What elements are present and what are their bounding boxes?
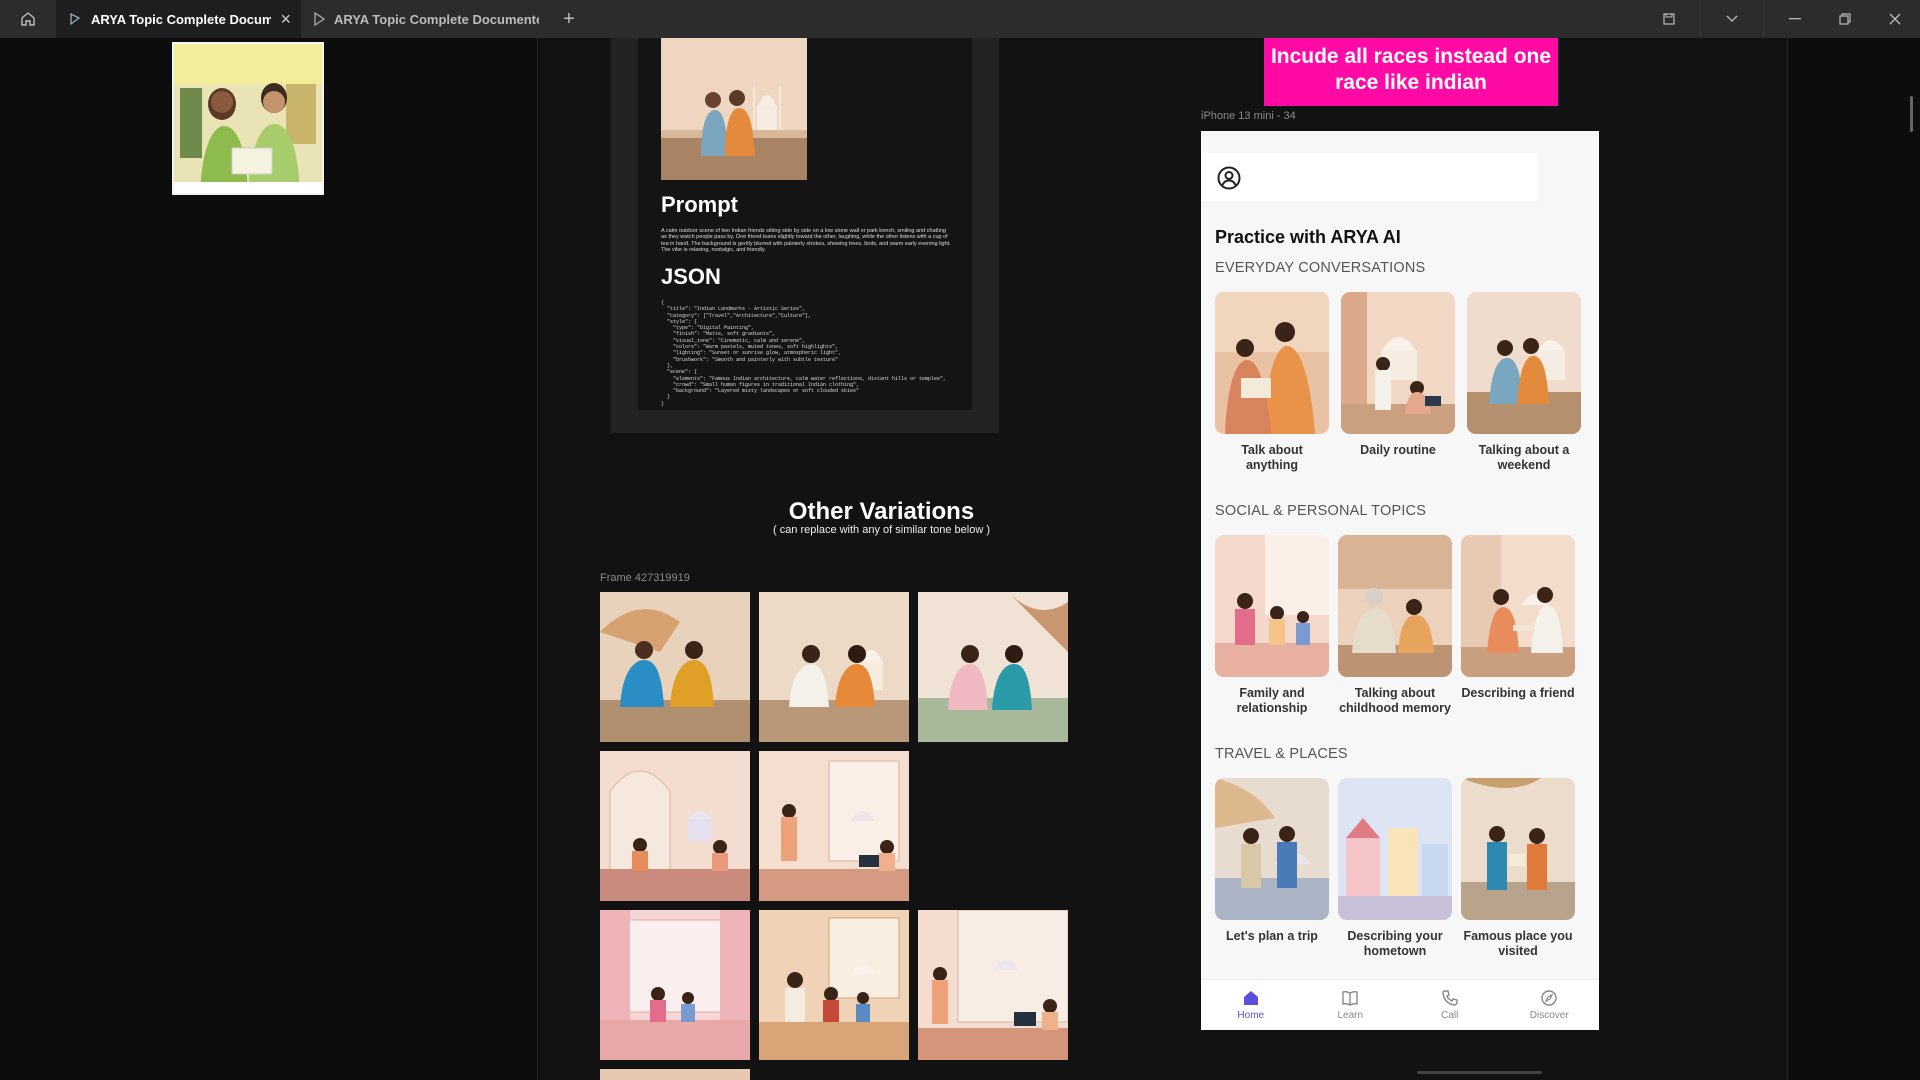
tab-label: ARYA Topic Complete Document [91,11,272,27]
json-text: { "title": "Indian Landmarks - Artistic … [661,300,947,407]
documentation-card: Prompt A calm outdoor scene of two India… [638,38,972,410]
close-window-button[interactable] [1870,0,1920,38]
title-bar: ARYA Topic Complete Document × ARYA Topi… [0,0,1920,38]
variation-image[interactable] [759,592,909,742]
home-icon [21,12,35,26]
variation-image[interactable] [759,751,909,901]
topic-card-image [1215,778,1329,920]
tab-arya-documented-file[interactable]: ARYA Topic Complete Documented Fi [301,0,549,38]
nav-label: Discover [1529,1010,1569,1021]
other-variations-title: Other Variations [788,498,975,525]
other-variations-subtitle: ( can replace with any of similar tone b… [772,524,991,536]
chevron-down-icon[interactable] [1707,0,1757,38]
variation-image[interactable] [759,910,909,1060]
topic-card[interactable]: Let's plan a trip [1215,778,1329,944]
json-heading: JSON [661,264,721,289]
topic-card-label: Talking about childhood memory [1339,686,1451,715]
review-annotation[interactable]: Incude all races instead one race like i… [1264,38,1558,106]
topic-card[interactable]: Family and relationship [1215,535,1329,716]
compass-icon [1541,990,1557,1006]
design-canvas[interactable]: Prompt A calm outdoor scene of two India… [539,38,1787,1080]
nav-label: Home [1237,1010,1265,1021]
section-heading: SOCIAL & PERSONAL TOPICS [1215,503,1427,519]
prompt-heading: Prompt [661,192,738,217]
tab-arya-document[interactable]: ARYA Topic Complete Document × [56,0,301,38]
scrollbar[interactable] [1910,96,1913,132]
nav-call[interactable]: Call [1400,980,1500,1030]
phone-frame-label[interactable]: iPhone 13 mini - 34 [1201,110,1296,122]
topic-card-image [1215,535,1329,677]
divider [1700,0,1701,38]
nav-label: Learn [1337,1010,1364,1021]
prompt-text: A calm outdoor scene of two Indian frien… [661,228,951,253]
play-icon [314,12,325,26]
topic-card-image [1467,292,1581,434]
frame-label[interactable]: Frame 427319919 [600,572,690,584]
new-tab-button[interactable]: + [549,0,589,38]
variation-image[interactable] [600,751,750,901]
topic-card-label: Talk about anything [1241,443,1303,472]
topic-card-label: Let's plan a trip [1226,929,1318,943]
topic-card[interactable]: Describing your hometown [1338,778,1452,959]
nav-label: Call [1441,1010,1459,1021]
topic-card-image [1341,292,1455,434]
prompt-preview-image[interactable] [661,38,807,180]
section-heading: EVERYDAY CONVERSATIONS [1215,260,1426,276]
plus-icon: + [563,7,575,30]
restore-button[interactable] [1820,0,1870,38]
close-icon[interactable]: × [280,9,291,30]
topic-card[interactable]: Talking about a weekend [1467,292,1581,473]
topic-card-label: Describing your hometown [1347,929,1443,958]
minimize-button[interactable] [1770,0,1820,38]
phone-frame[interactable]: Practice with ARYA AI EVERYDAY CONVERSAT… [1201,131,1599,1030]
topic-card-image [1461,778,1575,920]
divider [1763,0,1764,38]
variation-image[interactable] [918,592,1068,742]
book-icon [1342,990,1358,1006]
variation-image[interactable] [918,910,1068,1060]
profile-icon[interactable] [1217,166,1241,190]
phone-icon [1442,990,1458,1006]
topic-card-image [1215,292,1329,434]
phone-header [1201,153,1538,203]
topic-card-image [1338,535,1452,677]
home-icon [1243,991,1258,1005]
right-panel [1787,38,1920,1080]
topic-card-label: Daily routine [1360,443,1436,457]
reference-thumbnail[interactable] [172,42,324,195]
left-panel [0,38,538,1080]
topic-card-label: Family and relationship [1236,686,1308,715]
topic-card-label: Talking about a weekend [1478,443,1570,472]
home-button[interactable] [0,0,56,38]
save-icon[interactable] [1644,0,1694,38]
topic-card[interactable]: Daily routine [1341,292,1455,458]
topic-card[interactable]: Famous place you visited [1461,778,1575,959]
window-controls [1644,0,1920,38]
variation-image[interactable] [600,1069,750,1080]
documentation-frame: Prompt A calm outdoor scene of two India… [611,38,999,433]
topic-card[interactable]: Talking about childhood memory [1338,535,1452,716]
section-heading: TRAVEL & PLACES [1215,746,1348,762]
topic-card-image [1338,778,1452,920]
design-file-icon [70,12,81,26]
page-title: Practice with ARYA AI [1215,227,1401,247]
topic-card[interactable]: Describing a friend [1461,535,1575,701]
bottom-navigation: Home Learn Call Discover [1201,979,1599,1030]
variation-image[interactable] [600,592,750,742]
canvas-scrollbar[interactable] [1417,1071,1542,1074]
topic-card-image [1461,535,1575,677]
topic-card-label: Describing a friend [1461,686,1575,700]
nav-home[interactable]: Home [1201,980,1301,1030]
topic-card[interactable]: Talk about anything [1215,292,1329,473]
nav-learn[interactable]: Learn [1301,980,1401,1030]
nav-discover[interactable]: Discover [1500,980,1600,1030]
variation-image[interactable] [600,910,750,1060]
topic-card-label: Famous place you visited [1463,929,1573,958]
tab-label: ARYA Topic Complete Documented Fi [334,11,539,27]
